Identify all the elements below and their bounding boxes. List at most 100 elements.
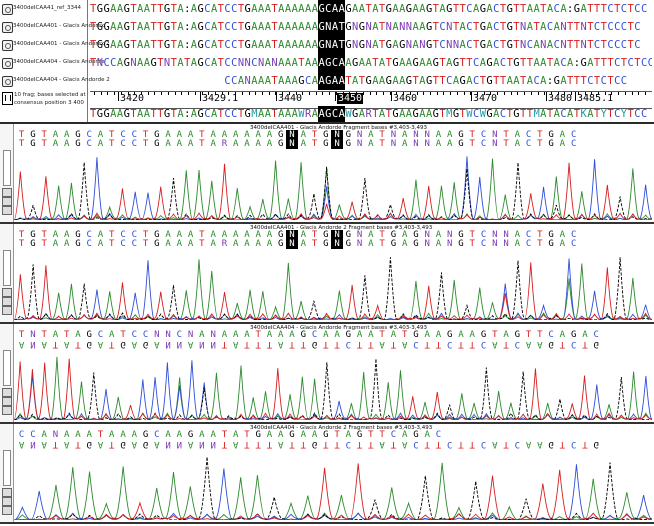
- ruler-minor-tick: [120, 92, 122, 95]
- base-letter: A: [291, 57, 298, 69]
- base-letter: A: [137, 39, 143, 51]
- chromatogram-panel[interactable]: 3400deICAA401 - Glacis Andorde 2 Fragmen…: [0, 224, 654, 324]
- trace-scale-bar[interactable]: [0, 324, 14, 422]
- base-letter: T: [439, 75, 446, 87]
- trace-zoom-button[interactable]: [2, 397, 12, 406]
- base-letter: G: [573, 3, 580, 15]
- trace-base: G: [30, 239, 36, 249]
- base-letter: A: [486, 39, 493, 51]
- trace-zoom-button[interactable]: [2, 506, 12, 515]
- base-letter: C: [607, 3, 614, 15]
- base-letter: T: [157, 39, 164, 51]
- trace-base: A: [232, 439, 239, 449]
- trace-zoom-button[interactable]: [2, 497, 12, 506]
- base-letter: C: [593, 21, 600, 33]
- trace-zoom-button[interactable]: [2, 197, 12, 206]
- trace-base: A: [537, 439, 543, 449]
- ruler-minor-tick: [342, 92, 344, 95]
- trace-base: A: [244, 139, 250, 149]
- aligned-sequence[interactable]: TGGAAGTAATTGTA:AGCATCCTGAAATAAAAAAGNATGN…: [90, 36, 652, 54]
- aligned-sequence[interactable]: TGGAAGTAATTGTA:AGCATCCTGAAATAAAAAAGNATGN…: [90, 18, 652, 36]
- consensus-sequence[interactable]: TGGAAGTAATTGTA:AGCATCCTGMAATAAAWRAAGCAWG…: [90, 106, 652, 122]
- trace-zoom-button[interactable]: [2, 306, 12, 315]
- base-letter: [90, 72, 97, 90]
- trace-scale-thumb[interactable]: [3, 350, 11, 386]
- chromatogram-panel[interactable]: 3400deICAA401 - Glacis Andorde Fragment …: [0, 124, 654, 224]
- base-letter: A: [278, 39, 285, 51]
- base-letter: A: [439, 3, 446, 15]
- base-letter: N: [560, 39, 567, 51]
- trace-base: T: [537, 239, 543, 249]
- trace-a: [14, 158, 652, 220]
- base-letter: T: [506, 57, 513, 69]
- trace-zoom-button[interactable]: [2, 406, 12, 415]
- base-letter: C: [640, 3, 647, 15]
- trace-scale-bar[interactable]: [0, 224, 14, 322]
- base-letter: A: [392, 39, 399, 51]
- base-letter: G: [358, 39, 365, 51]
- trace-base: T: [52, 339, 59, 349]
- trace-zoom-button[interactable]: [2, 288, 12, 297]
- consensus-base: G: [392, 108, 399, 120]
- seq-name-row[interactable]: 3400deICAA401 - Glacis Andorex 2: [0, 36, 109, 54]
- trace-scale-thumb[interactable]: [3, 150, 11, 186]
- base-letter: A: [318, 72, 326, 90]
- base-letter: A: [264, 75, 271, 87]
- base-letter: T: [338, 36, 346, 54]
- consensus-base: G: [96, 108, 103, 120]
- chromatogram-panel[interactable]: 3400deICAA404 - Glacis Andorde Fragment …: [0, 324, 654, 424]
- base-letter: N: [580, 21, 587, 33]
- base-letter: C: [600, 75, 607, 87]
- chromatogram-icon: [2, 22, 13, 33]
- aligned-sequence[interactable]: TNCCAGNAAGTNTATAGCATCCNNCNANAAATAAAGCAAG…: [90, 54, 652, 72]
- trace-scale-thumb[interactable]: [3, 450, 11, 486]
- seq-name-row[interactable]: 3400deICAA401 - Glacis Andorex: [0, 18, 104, 36]
- seq-name-row[interactable]: 3400deICAA41_ref_3344: [0, 0, 87, 18]
- ruler-tick: [575, 92, 576, 101]
- trace-scale-bar[interactable]: [0, 424, 14, 522]
- base-letter: A: [567, 57, 573, 69]
- trace-zoom-button[interactable]: [2, 206, 12, 215]
- base-letter: A: [210, 57, 217, 69]
- trace-zoom-button[interactable]: [2, 388, 12, 397]
- trace-base: N: [356, 239, 363, 249]
- trace-base: T: [458, 439, 464, 449]
- base-letter: C: [224, 75, 231, 87]
- aligned-sequence[interactable]: CCANAAATAAAGCAAGAATATGAAGAAGTAGTTCAGACTG…: [90, 72, 652, 90]
- base-letter: C: [204, 21, 211, 33]
- base-letter: A: [318, 54, 326, 72]
- trace-base: T: [424, 439, 430, 449]
- trace-base: G: [278, 139, 284, 149]
- base-letter: A: [479, 57, 486, 69]
- base-letter: T: [627, 3, 634, 15]
- seq-name-row[interactable]: 3400deICAA404 - Glacis Andorde: [0, 54, 104, 72]
- trace-zoom-button[interactable]: [2, 188, 12, 197]
- base-letter: A: [546, 3, 553, 15]
- trace-scale-thumb[interactable]: [3, 250, 11, 286]
- trace-base: G: [458, 239, 464, 249]
- base-letter: T: [432, 3, 439, 15]
- base-letter: T: [452, 21, 459, 33]
- consensus-base: T: [520, 108, 526, 120]
- base-letter: C: [620, 21, 627, 33]
- chromatogram-panel[interactable]: 3400deICAA404 - Glacis Andorde 2 Fragmen…: [0, 424, 654, 524]
- base-letter: A: [486, 3, 493, 15]
- trace-base: A: [300, 239, 306, 249]
- ruler-minor-tick: [100, 92, 102, 95]
- trace-zoom-button[interactable]: [2, 297, 12, 306]
- ruler-minor-tick: [221, 92, 223, 95]
- trace-base: A: [525, 339, 532, 349]
- trace-zoom-button[interactable]: [2, 488, 12, 497]
- base-letter: A: [143, 21, 150, 33]
- base-letter: T: [520, 57, 526, 69]
- base-letter: :: [184, 39, 191, 51]
- ruler-minor-tick: [147, 92, 149, 95]
- trace-base: A: [97, 239, 104, 249]
- trace-base: C: [413, 339, 419, 349]
- base-letter: A: [338, 72, 346, 90]
- trace-scale-bar[interactable]: [0, 124, 14, 222]
- aligned-sequence[interactable]: TGGAAGTAATTGTA:AGCATCCTGAAATAAAAAAGCAAGA…: [90, 0, 652, 18]
- trace-base: C: [525, 239, 532, 249]
- base-letter: T: [338, 18, 346, 36]
- trace-base: A: [435, 239, 442, 249]
